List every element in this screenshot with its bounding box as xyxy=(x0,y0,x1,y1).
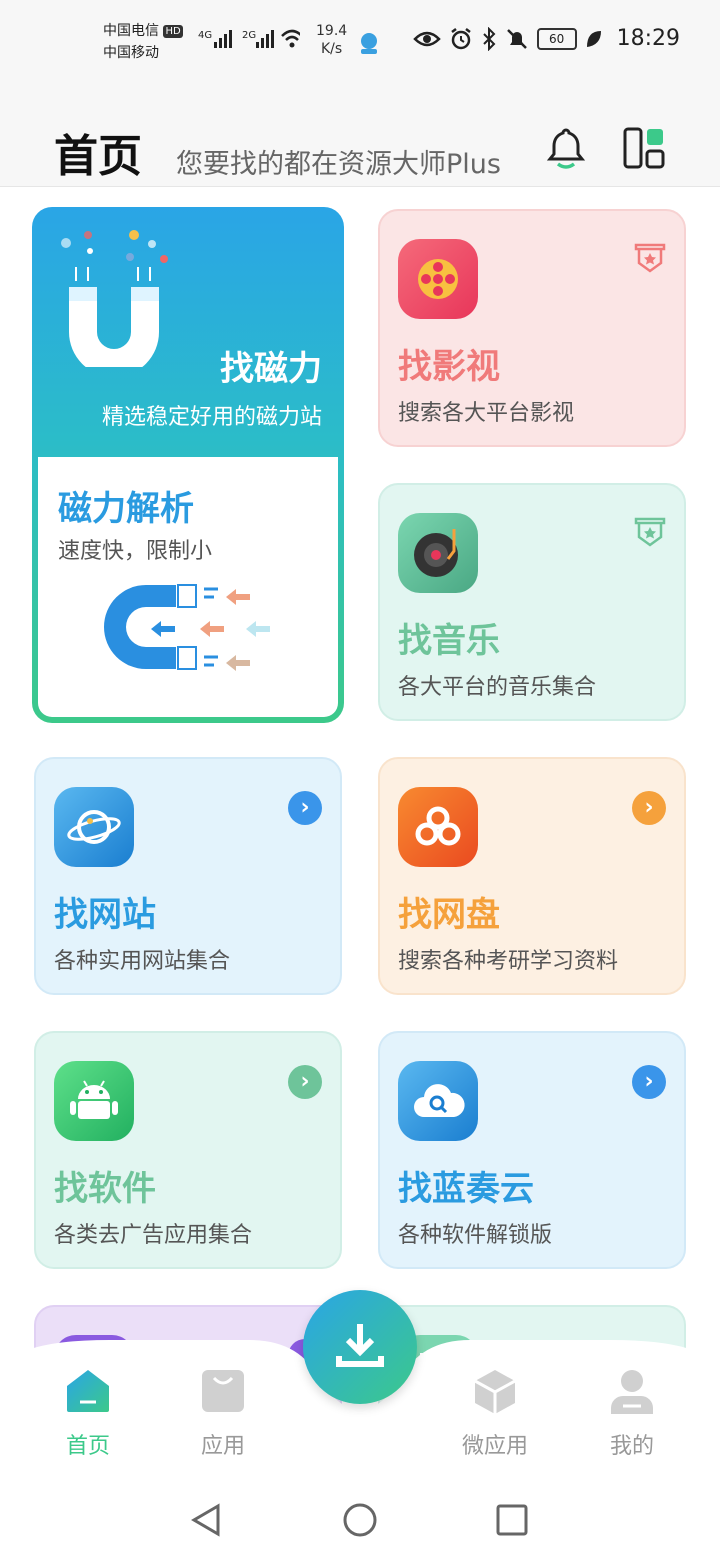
nav-micro-apps[interactable]: 微应用 xyxy=(450,1368,540,1460)
planet-icon xyxy=(54,787,134,867)
page-subtitle: 您要找的都在资源大师Plus xyxy=(176,149,501,180)
android-icon xyxy=(54,1061,134,1141)
website-arrow-icon[interactable]: › xyxy=(288,791,322,825)
app-notification-icon xyxy=(361,33,377,54)
user-icon xyxy=(611,1370,653,1414)
signal-icon: 4G 2G xyxy=(198,29,303,48)
lanzou-card[interactable]: › 找蓝奏云 各种软件解锁版 xyxy=(378,1031,686,1269)
music-desc: 各大平台的音乐集合 xyxy=(398,675,597,700)
battery-indicator: 60 xyxy=(536,27,577,50)
netdisk-card[interactable]: › 找网盘 搜索各种考研学习资料 xyxy=(378,757,686,995)
page-title: 首页 xyxy=(54,131,142,182)
lanzou-desc: 各种软件解锁版 xyxy=(398,1223,553,1248)
mute-icon xyxy=(506,28,527,49)
software-arrow-icon[interactable]: › xyxy=(288,1065,322,1099)
netdisk-arrow-icon[interactable]: › xyxy=(632,791,666,825)
software-title: 找软件 xyxy=(54,1169,156,1209)
signal-area: 4G 2G xyxy=(170,24,303,57)
software-desc: 各类去广告应用集合 xyxy=(54,1223,253,1248)
home-circle-icon[interactable] xyxy=(342,1502,378,1538)
system-navigation-bar xyxy=(0,1480,720,1560)
magnet-horizontal-icon xyxy=(104,584,270,671)
recents-icon[interactable] xyxy=(494,1502,530,1538)
video-card[interactable]: 找影视 搜索各大平台影视 xyxy=(378,209,686,447)
website-title: 找网站 xyxy=(54,895,156,935)
website-desc: 各种实用网站集合 xyxy=(54,949,231,974)
video-title: 找影视 xyxy=(398,347,500,387)
nav-mine-label: 我的 xyxy=(609,1434,654,1459)
download-icon xyxy=(336,1324,384,1367)
nav-home[interactable]: 首页 xyxy=(43,1368,133,1460)
nav-home-label: 首页 xyxy=(65,1434,110,1459)
download-fab[interactable] xyxy=(303,1290,417,1404)
shopping-bag-icon xyxy=(202,1370,244,1412)
nav-apps-label: 应用 xyxy=(200,1434,245,1459)
lanzou-title: 找蓝奏云 xyxy=(398,1169,534,1209)
magnet-parse-card[interactable]: 磁力解析 速度快，限制小 xyxy=(38,457,338,717)
netdisk-desc: 搜索各种考研学习资料 xyxy=(398,949,619,974)
netdisk-title: 找网盘 xyxy=(398,895,500,935)
bell-icon[interactable] xyxy=(544,126,588,170)
magnet-parse-title: 磁力解析 xyxy=(58,489,194,529)
alarm-icon xyxy=(450,27,471,49)
eye-icon xyxy=(412,31,441,46)
leaf-icon xyxy=(586,30,601,47)
magnet-card[interactable]: 找磁力 精选稳定好用的磁力站 磁力解析 速度快，限制小 xyxy=(32,207,344,723)
app-header: 首页 您要找的都在资源大师Plus xyxy=(0,90,720,187)
website-card[interactable]: › 找网站 各种实用网站集合 xyxy=(34,757,342,995)
magnet-desc: 精选稳定好用的磁力站 xyxy=(101,405,322,430)
nav-mine[interactable]: 我的 xyxy=(587,1368,677,1460)
carrier-1: 中国电信 xyxy=(103,23,159,39)
video-desc: 搜索各大平台影视 xyxy=(398,401,575,426)
magnet-title: 找磁力 xyxy=(220,349,322,389)
software-card[interactable]: › 找软件 各类去广告应用集合 xyxy=(34,1031,342,1269)
back-icon[interactable] xyxy=(188,1502,224,1538)
home-icon xyxy=(67,1370,109,1412)
film-reel-icon xyxy=(398,239,478,319)
svg-text:4G: 4G xyxy=(198,30,212,41)
magnet-u-icon xyxy=(61,230,168,367)
badge-icon xyxy=(634,517,666,547)
layout-grid-icon[interactable] xyxy=(622,126,666,170)
nav-apps[interactable]: 应用 xyxy=(178,1368,268,1460)
nav-micro-label: 微应用 xyxy=(461,1434,528,1459)
netdisk-cloud-icon xyxy=(398,787,478,867)
vinyl-record-icon xyxy=(398,513,478,593)
magnet-parse-desc: 速度快，限制小 xyxy=(58,539,213,564)
lanzou-arrow-icon[interactable]: › xyxy=(632,1065,666,1099)
status-bar: 中国电信 HD 中国移动 4G 2G 19.4 K/s 60 18:29 xyxy=(0,0,720,90)
bluetooth-icon xyxy=(482,26,496,51)
clock: 18:29 xyxy=(616,26,680,51)
network-speed: 19.4 K/s xyxy=(316,23,348,57)
cloud-search-icon xyxy=(398,1061,478,1141)
badge-icon xyxy=(634,243,666,273)
cube-icon xyxy=(474,1370,516,1414)
music-title: 找音乐 xyxy=(398,621,500,661)
music-card[interactable]: 找音乐 各大平台的音乐集合 xyxy=(378,483,686,721)
svg-text:2G: 2G xyxy=(242,30,256,41)
